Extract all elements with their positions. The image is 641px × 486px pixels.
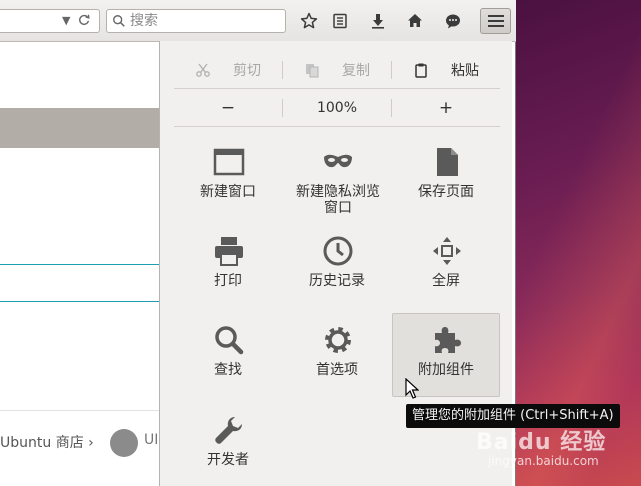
zoom-reset-button[interactable]: 100%	[283, 89, 391, 127]
search-bar[interactable]	[106, 9, 286, 33]
private-window-label: 新建隐私浏览窗口	[296, 184, 380, 216]
cut-label: 剪切	[233, 63, 261, 79]
bookmark-star-icon[interactable]	[298, 10, 320, 32]
chat-icon[interactable]	[442, 10, 464, 32]
copy-button[interactable]: 复制	[283, 51, 391, 89]
page-footer-divider	[0, 410, 160, 411]
developer-wrench-icon	[215, 417, 242, 444]
search-icon	[113, 15, 125, 27]
history-label: 历史记录	[309, 273, 365, 289]
copy-label: 复制	[342, 63, 370, 79]
url-bar[interactable]: ▼	[0, 9, 100, 33]
page-divider-line	[0, 264, 160, 265]
history-button[interactable]: 历史记录	[283, 224, 391, 308]
zoom-out-button[interactable]: −	[174, 89, 282, 127]
addons-label: 附加组件	[418, 362, 474, 378]
cut-button[interactable]: 剪切	[174, 51, 282, 89]
preferences-label: 首选项	[316, 362, 358, 378]
search-input[interactable]	[130, 12, 280, 30]
home-icon[interactable]	[404, 10, 426, 32]
reading-list-icon[interactable]	[329, 10, 351, 32]
fullscreen-icon	[433, 237, 461, 265]
copy-pages-icon	[306, 64, 319, 78]
reload-icon[interactable]	[77, 13, 91, 27]
addons-tooltip: 管理您的附加组件 (Ctrl+Shift+A)	[406, 404, 620, 428]
addons-puzzle-icon	[435, 327, 461, 353]
find-button[interactable]: 查找	[174, 313, 282, 397]
page-banner	[0, 108, 160, 148]
save-page-icon	[437, 148, 458, 176]
print-label: 打印	[214, 273, 242, 289]
developer-button[interactable]: 开发者	[174, 403, 282, 486]
new-window-button[interactable]: 新建窗口	[174, 135, 282, 219]
print-button[interactable]: 打印	[174, 224, 282, 308]
print-icon	[215, 237, 243, 266]
paste-clipboard-icon	[415, 63, 427, 78]
new-window-label: 新建窗口	[200, 184, 256, 200]
zoom-controls-row: − 100% +	[174, 89, 500, 127]
find-magnifier-icon	[215, 326, 244, 355]
private-browsing-mask-icon	[324, 154, 352, 168]
history-clock-icon	[323, 236, 353, 266]
save-page-button[interactable]: 保存页面	[392, 135, 500, 219]
find-label: 查找	[214, 362, 242, 378]
ubuntu-store-link[interactable]: Ubuntu 商店 ›	[0, 432, 94, 452]
navigation-toolbar: ▼	[0, 0, 516, 42]
zoom-in-button[interactable]: +	[392, 89, 500, 127]
fullscreen-button[interactable]: 全屏	[392, 224, 500, 308]
cut-scissors-icon	[196, 63, 210, 77]
ubuntu-app-icon[interactable]	[110, 429, 138, 457]
preferences-gear-icon	[325, 327, 351, 353]
paste-label: 粘贴	[451, 63, 479, 79]
paste-button[interactable]: 粘贴	[392, 51, 500, 89]
edit-controls-row: 剪切 复制 粘贴	[174, 51, 500, 89]
save-page-label: 保存页面	[418, 184, 474, 200]
private-window-button[interactable]: 新建隐私浏览窗口	[283, 135, 391, 219]
new-window-icon	[213, 148, 245, 176]
preferences-button[interactable]: 首选项	[283, 313, 391, 397]
menu-icon[interactable]	[480, 8, 511, 34]
downloads-icon[interactable]	[367, 10, 389, 32]
mouse-pointer-icon	[405, 378, 419, 399]
footer-text: UI	[144, 432, 159, 448]
fullscreen-label: 全屏	[432, 273, 460, 289]
url-history-dropdown-icon[interactable]: ▼	[62, 14, 70, 27]
developer-label: 开发者	[207, 452, 249, 468]
page-divider-line	[0, 301, 160, 302]
